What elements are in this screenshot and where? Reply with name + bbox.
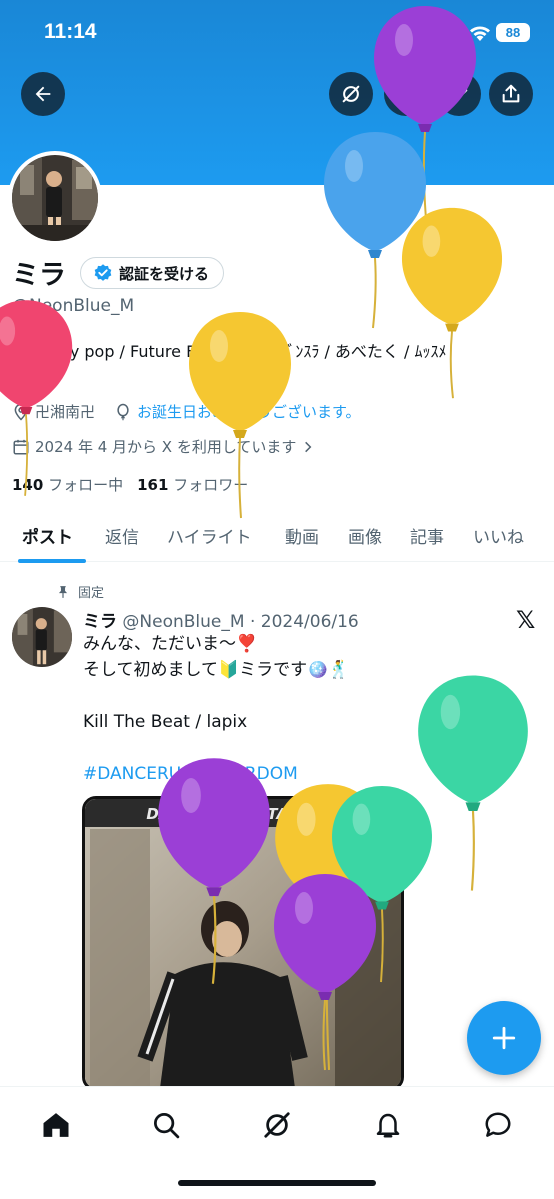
following-count: 140 bbox=[12, 476, 44, 494]
tab-images[interactable]: 画像 bbox=[348, 523, 382, 548]
following-link[interactable]: 140 フォロー中 bbox=[12, 474, 123, 495]
profile-display-name: ミラ bbox=[12, 260, 66, 291]
home-icon bbox=[43, 1113, 69, 1137]
search-icon bbox=[397, 85, 416, 104]
tab-posts[interactable]: ポスト bbox=[22, 523, 73, 548]
edit-icon bbox=[450, 85, 468, 103]
home-indicator bbox=[178, 1180, 376, 1186]
tweet-line bbox=[83, 735, 523, 761]
nav-search[interactable] bbox=[146, 1105, 186, 1145]
profile-location: 卍湘南卍 bbox=[35, 403, 96, 421]
followers-label: フォロワー bbox=[173, 476, 249, 494]
video-caption: DANCERUSH STARDOM bbox=[146, 805, 339, 823]
video-frame: DANCERUSH STARDOM bbox=[85, 799, 401, 1088]
cellular-signal-icon bbox=[438, 26, 464, 42]
grok-button[interactable] bbox=[329, 72, 373, 116]
search-button[interactable] bbox=[384, 72, 428, 116]
nav-grok[interactable] bbox=[257, 1105, 297, 1145]
pinned-label-row: 固定 bbox=[56, 582, 104, 601]
profile-meta-row: 卍湘南卍 お誕生日おめでとうございます。 bbox=[12, 401, 361, 422]
grok-icon bbox=[264, 1112, 290, 1138]
nav-notifications[interactable] bbox=[368, 1105, 408, 1145]
verified-badge-icon bbox=[94, 264, 112, 281]
compose-post-button[interactable] bbox=[467, 1001, 541, 1075]
chevron-right-icon bbox=[305, 441, 312, 452]
nav-messages[interactable] bbox=[478, 1105, 518, 1145]
status-time: 11:14 bbox=[44, 20, 97, 43]
profile-tabs: ポスト 返信 ハイライト 動画 画像 記事 いいね bbox=[0, 510, 554, 563]
bio-line: (0) bbox=[12, 368, 35, 387]
tweet-text: みんな、ただいま〜❣️ そして初めまして🔰ミラです🪩🕺 Kill The Bea… bbox=[83, 631, 523, 787]
tweet-header: ミラ @NeonBlue_M · 2024/06/16 bbox=[83, 607, 359, 632]
plus-icon bbox=[492, 1026, 516, 1050]
get-verified-button[interactable]: 認証を受ける bbox=[80, 257, 225, 289]
balloon-pink bbox=[0, 300, 73, 496]
search-icon bbox=[154, 1113, 180, 1139]
share-button[interactable] bbox=[489, 72, 533, 116]
calendar-icon bbox=[13, 439, 29, 454]
tweet-line: Kill The Beat / lapix bbox=[83, 712, 248, 732]
status-bar: 11:14 88 bbox=[0, 0, 554, 64]
tab-videos[interactable]: 動画 bbox=[285, 523, 319, 548]
nav-home[interactable] bbox=[36, 1105, 76, 1145]
wifi-icon bbox=[470, 26, 490, 41]
pinned-label: 固定 bbox=[78, 586, 105, 601]
profile-bio: ❤️：City pop / Future Funk🌃🍸 / ﾀﾞﾝｽﾗ / あべ… bbox=[12, 339, 542, 391]
joined-date: 2024 年 4 月から X を利用しています bbox=[35, 438, 297, 456]
pin-icon bbox=[58, 585, 68, 598]
edit-button[interactable] bbox=[437, 72, 481, 116]
battery-indicator: 88 bbox=[496, 23, 530, 42]
profile-joined-row[interactable]: 2024 年 4 月から X を利用しています bbox=[12, 436, 315, 457]
tweet-line bbox=[83, 683, 523, 709]
following-label: フォロー中 bbox=[48, 476, 124, 494]
birthday-link[interactable]: お誕生日おめでとうございます。 bbox=[137, 401, 361, 422]
tweet-video[interactable]: DANCERUSH STARDOM bbox=[82, 796, 404, 1091]
x-logo-icon: 𝕏 bbox=[516, 606, 536, 634]
tweet-line: そして初めまして🔰ミラです🪩🕺 bbox=[83, 660, 350, 680]
back-button[interactable] bbox=[21, 72, 65, 116]
tab-highlights[interactable]: ハイライト bbox=[167, 523, 252, 548]
followers-link[interactable]: 161 フォロワー bbox=[137, 474, 248, 495]
tweet-handle-date[interactable]: @NeonBlue_M · 2024/06/16 bbox=[122, 612, 358, 632]
avatar-image bbox=[12, 155, 98, 241]
tab-likes[interactable]: いいね bbox=[473, 523, 524, 548]
tweet-hashtag[interactable]: #DANCERUSH_STARDOM bbox=[83, 761, 523, 787]
tab-articles[interactable]: 記事 bbox=[410, 523, 444, 548]
get-verified-label: 認証を受ける bbox=[119, 264, 210, 283]
tweet-author-name[interactable]: ミラ bbox=[83, 612, 117, 632]
bio-line: ❤️：City pop / Future Funk🌃🍸 / ﾀﾞﾝｽﾗ / あべ… bbox=[12, 342, 447, 361]
messages-icon bbox=[485, 1112, 511, 1137]
back-arrow-icon bbox=[35, 86, 51, 102]
tweet-avatar[interactable] bbox=[12, 607, 72, 667]
tab-replies[interactable]: 返信 bbox=[105, 523, 139, 548]
share-icon bbox=[502, 84, 520, 103]
active-tab-indicator bbox=[18, 559, 86, 563]
tweet-line: みんな、ただいま〜❣️ bbox=[83, 634, 258, 654]
profile-avatar[interactable] bbox=[8, 151, 102, 245]
location-pin-icon bbox=[14, 403, 28, 421]
profile-handle: @NeonBlue_M bbox=[12, 296, 135, 316]
follow-stats: 140 フォロー中 161 フォロワー bbox=[12, 474, 248, 495]
notifications-icon bbox=[376, 1113, 400, 1138]
balloon-birthday-icon bbox=[117, 403, 129, 420]
grok-icon bbox=[342, 85, 360, 103]
followers-count: 161 bbox=[137, 476, 169, 494]
